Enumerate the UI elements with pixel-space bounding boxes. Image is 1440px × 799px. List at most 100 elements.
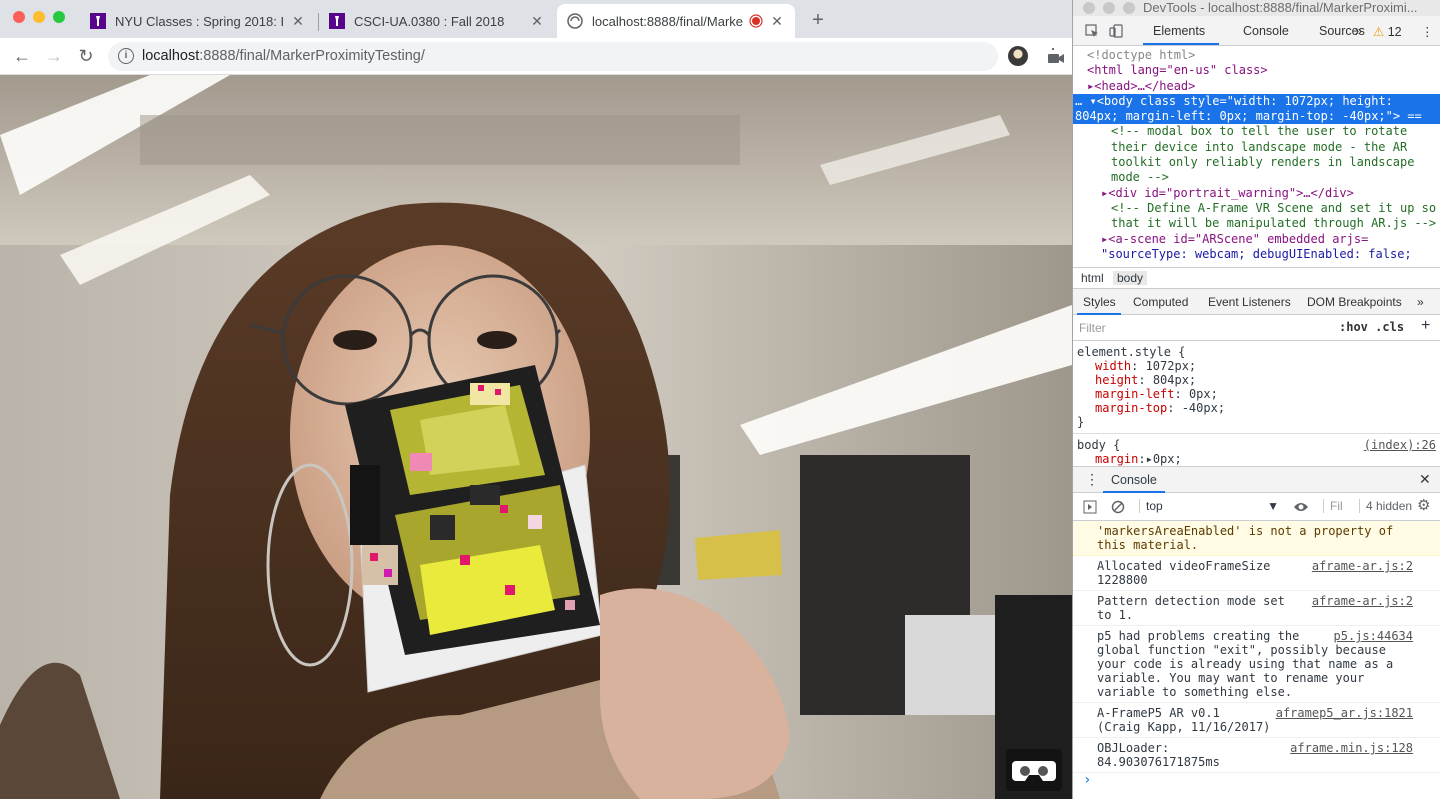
prop-value: 0px; <box>1152 452 1182 466</box>
body-rule: body { (index):26 margin:▸0px; <box>1073 433 1440 466</box>
dom-a-scene[interactable]: ▸<a-scene id="ARScene" embedded arjs= <box>1073 232 1440 247</box>
dom-html[interactable]: <html lang="en-us" class> <box>1073 63 1440 78</box>
reload-button[interactable]: ↻ <box>74 44 98 68</box>
console-message[interactable]: OBJLoader: 84.903076171875ms aframe.min.j… <box>1073 738 1440 773</box>
browser-window: NYU Classes : Spring 2018: Int ✕ CSCI-UA… <box>0 0 1072 799</box>
tab-styles[interactable]: Styles <box>1083 295 1116 309</box>
dom-doctype[interactable]: <!doctype html> <box>1073 48 1440 63</box>
style-prop-row[interactable]: margin:▸0px; <box>1077 452 1436 466</box>
message-source-link[interactable]: aframe-ar.js:2 <box>1312 594 1413 608</box>
minimize-window-button[interactable] <box>33 11 45 23</box>
tab-dom-breakpoints[interactable]: DOM Breakpoints <box>1307 295 1402 309</box>
console-settings-gear-icon[interactable]: ⚙ <box>1417 496 1430 514</box>
dom-body-selected-cont[interactable]: 804px; margin-left: 0px; margin-top: -40… <box>1073 109 1440 125</box>
devtools-panel: DevTools - localhost:8888/final/MarkerPr… <box>1072 0 1440 799</box>
styles-tabbar: Styles Computed Event Listeners DOM Brea… <box>1073 289 1440 315</box>
console-prompt[interactable]: › <box>1073 773 1440 787</box>
collapse-arrow-icon[interactable]: ▾ <box>1089 94 1096 108</box>
cls-label[interactable]: .cls <box>1375 320 1404 334</box>
dom-comment-modal[interactable]: <!-- modal box to tell the user to rotat… <box>1073 124 1440 185</box>
expand-arrow-icon[interactable]: ▸ <box>1146 452 1153 466</box>
dom-tree[interactable]: <!doctype html> <html lang="en-us" class… <box>1073 46 1440 267</box>
new-tab-button[interactable]: + <box>808 9 828 31</box>
close-tab-icon[interactable]: ✕ <box>769 13 785 30</box>
device-toolbar-icon[interactable] <box>1109 23 1125 39</box>
prop-name: margin <box>1095 452 1139 466</box>
tab-localhost[interactable]: localhost:8888/final/Marke ✕ <box>557 4 795 38</box>
devtools-menu-icon[interactable]: ⋮ <box>1421 24 1434 39</box>
tab-computed[interactable]: Computed <box>1133 295 1188 309</box>
close-window-button[interactable] <box>13 11 25 23</box>
dom-body-selected[interactable]: … ▾<body class style="width: 1072px; hei… <box>1073 93 1440 110</box>
message-source-link[interactable]: aframep5_ar.js:1821 <box>1276 706 1413 720</box>
tab-event-listeners[interactable]: Event Listeners <box>1208 295 1291 309</box>
hov-toggle[interactable]: :hov .cls <box>1339 320 1404 334</box>
address-url[interactable]: localhost:8888/final/MarkerProximityTest… <box>142 48 425 64</box>
console-drawer-tab[interactable]: Console <box>1111 473 1157 487</box>
prop-name: margin-left <box>1095 387 1175 401</box>
close-drawer-icon[interactable]: ✕ <box>1419 471 1431 488</box>
live-expression-eye-icon[interactable] <box>1293 500 1309 514</box>
tab-nyu-classes[interactable]: NYU Classes : Spring 2018: Int ✕ <box>80 4 316 38</box>
add-rule-icon[interactable]: + <box>1421 317 1430 335</box>
dom-portrait-text: <div id="portrait_warning">…</div> <box>1108 185 1354 200</box>
dom-a-scene-attr[interactable]: "sourceType: webcam; debugUIEnabled: fal… <box>1073 247 1440 262</box>
inspect-element-icon[interactable] <box>1085 24 1099 38</box>
body-rule-source[interactable]: (index):26 <box>1364 438 1436 452</box>
dom-head[interactable]: ▸<head>…</head> <box>1073 79 1440 94</box>
style-prop-row[interactable]: margin-left: 0px; <box>1077 387 1436 401</box>
message-text: Pattern detection mode set to 1. <box>1097 594 1285 622</box>
devtools-close-button[interactable] <box>1083 2 1095 14</box>
tab-csci[interactable]: CSCI-UA.0380 : Fall 2018 ✕ <box>319 4 555 38</box>
back-button[interactable]: ← <box>10 44 34 68</box>
crumb-html[interactable]: html <box>1077 271 1108 285</box>
message-source-link[interactable]: p5.js:44634 <box>1334 629 1413 643</box>
address-bar[interactable]: i localhost:8888/final/MarkerProximityTe… <box>108 42 1064 71</box>
context-select[interactable]: top ▼ <box>1139 499 1279 513</box>
drawer-menu-icon[interactable]: ⋮ <box>1085 471 1099 488</box>
devtools-tabbar: Elements Console Sources » ⚠ 12 ⋮ <box>1073 16 1440 46</box>
forward-button[interactable]: → <box>42 44 66 68</box>
tab-console[interactable]: Console <box>1243 24 1289 38</box>
prop-name: width <box>1095 359 1132 373</box>
console-drawer: ⋮ Console ✕ top ▼ Fil 4 hidden ⚙ 'markers… <box>1073 466 1440 799</box>
maximize-window-button[interactable] <box>53 11 65 23</box>
console-message[interactable]: p5 had problems creating the global func… <box>1073 626 1440 703</box>
style-prop-row[interactable]: width: 1072px; <box>1077 359 1436 373</box>
style-prop-row[interactable]: height: 804px; <box>1077 373 1436 387</box>
crumb-body[interactable]: body <box>1113 271 1148 285</box>
warning-indicator[interactable]: ⚠ 12 <box>1373 24 1402 39</box>
devtools-maximize-button[interactable] <box>1123 2 1135 14</box>
message-source-link[interactable]: aframe-ar.js:2 <box>1312 559 1413 573</box>
monitor <box>905 615 995 715</box>
console-message[interactable]: Allocated videoFrameSize 1228800 aframe-a… <box>1073 556 1440 591</box>
dom-portrait-warning[interactable]: ▸<div id="portrait_warning">…</div> <box>1073 186 1440 201</box>
show-sidebar-icon[interactable] <box>1083 500 1097 514</box>
console-filter-input[interactable]: Fil <box>1323 499 1343 513</box>
devtools-titlebar: DevTools - localhost:8888/final/MarkerPr… <box>1073 0 1440 16</box>
more-tabs-icon[interactable]: » <box>1355 24 1362 38</box>
tab-elements[interactable]: Elements <box>1153 24 1205 38</box>
console-message-warning[interactable]: 'markersAreaEnabled' is not a property o… <box>1073 521 1440 556</box>
recording-icon <box>749 14 763 28</box>
globe-icon <box>567 13 583 29</box>
message-text: OBJLoader: 84.903076171875ms <box>1097 741 1220 769</box>
console-drawer-tabbar: ⋮ Console ✕ <box>1073 467 1440 493</box>
close-tab-icon[interactable]: ✕ <box>290 13 306 30</box>
ar-webcam-viewport[interactable] <box>0 75 1072 799</box>
console-message[interactable]: A-FrameP5 AR v0.1 (Craig Kapp, 11/16/201… <box>1073 703 1440 738</box>
more-tabs-icon[interactable]: » <box>1417 295 1424 309</box>
clear-console-icon[interactable] <box>1111 500 1125 514</box>
close-tab-icon[interactable]: ✕ <box>529 13 545 30</box>
warning-count: 12 <box>1387 25 1402 39</box>
styles-filter-input[interactable]: Filter <box>1079 321 1106 335</box>
style-prop-row[interactable]: margin-top: -40px; <box>1077 401 1436 415</box>
message-source-link[interactable]: aframe.min.js:128 <box>1290 741 1413 755</box>
devtools-minimize-button[interactable] <box>1103 2 1115 14</box>
browser-menu-icon[interactable]: ⋮ <box>1044 46 1062 64</box>
dom-comment-aframe[interactable]: <!-- Define A-Frame VR Scene and set it … <box>1073 201 1440 232</box>
info-icon[interactable]: i <box>118 48 134 64</box>
enter-vr-button[interactable] <box>1006 749 1062 791</box>
console-message[interactable]: Pattern detection mode set to 1. aframe-a… <box>1073 591 1440 626</box>
profile-avatar[interactable] <box>1008 46 1028 66</box>
